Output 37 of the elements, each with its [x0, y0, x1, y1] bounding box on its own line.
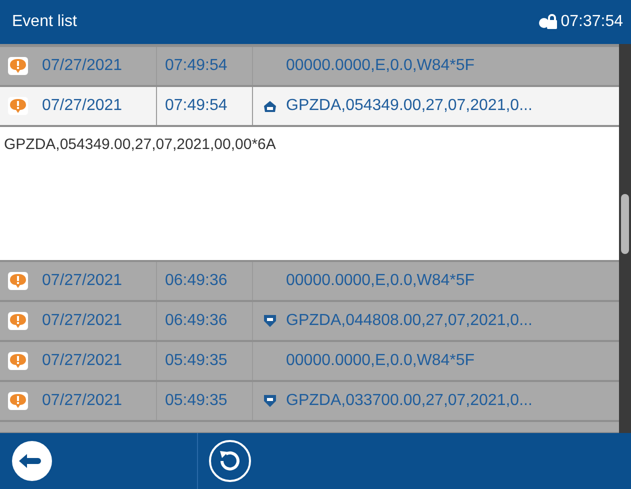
warning-icon	[8, 97, 28, 115]
message-cell-text: GPZDA,033700.00,27,07,2021,0...	[286, 391, 532, 411]
event-row[interactable]: 07/27/2021 07:49:54 GPZDA,054349.00,27,07,2021,0...	[0, 87, 619, 125]
message-cell-text: 00000.0000,E,0.0,W84*5F	[286, 271, 475, 291]
time-cell: 05:49:35	[156, 342, 252, 380]
lock-icon	[538, 14, 557, 30]
event-row[interactable]: 07/27/2021 06:49:36 GPZDA,044808.00,27,07,2021,0...	[0, 302, 619, 340]
event-row[interactable]: 07/27/2021 05:49:35 00000.0000,E,0.0,W84*5F	[0, 342, 619, 380]
time-cell: 07:49:54	[156, 47, 252, 85]
message-cell-text: GPZDA,044808.00,27,07,2021,0...	[286, 311, 532, 331]
date-cell-text: 07/27/2021	[41, 96, 124, 116]
date-cell-text: 07/27/2021	[41, 351, 124, 371]
message-cell-text: 00000.0000,E,0.0,W84*5F	[286, 56, 475, 76]
message-cell-text: 00000.0000,E,0.0,W84*5F	[286, 351, 475, 371]
event-row[interactable]: 07/27/2021 05:49:35 GPZDA,033700.00,27,07,2021,0...	[0, 382, 619, 420]
event-row[interactable]: 07/27/2021 06:49:36 00000.0000,E,0.0,W84*5F	[0, 262, 619, 300]
scrollbar[interactable]	[619, 44, 631, 433]
date-cell-text: 07/27/2021	[41, 311, 124, 331]
warning-icon	[8, 352, 28, 370]
clock-text: 07:37:54	[560, 12, 623, 32]
event-row[interactable]: 07/27/2021 07:49:54 00000.0000,E,0.0,W84*5F	[0, 47, 619, 85]
warning-icon	[8, 57, 28, 75]
detail-text: GPZDA,054349.00,27,07,2021,00,00*6A	[4, 136, 276, 153]
date-cell-text: 07/27/2021	[41, 391, 124, 411]
warning-icon	[8, 392, 28, 410]
warning-icon	[8, 272, 28, 290]
time-cell: 05:49:35	[156, 382, 252, 420]
window-title: Event list	[12, 12, 77, 32]
date-cell-text: 07/27/2021	[41, 271, 124, 291]
warning-icon	[8, 312, 28, 330]
time-cell: 07:49:54	[156, 87, 252, 125]
back-icon	[10, 439, 54, 483]
time-cell: 06:49:36	[156, 262, 252, 300]
message-cell-text: GPZDA,054349.00,27,07,2021,0...	[286, 96, 532, 116]
time-cell: 06:49:36	[156, 302, 252, 340]
refresh-icon	[208, 439, 252, 483]
date-cell-text: 07/27/2021	[41, 56, 124, 76]
